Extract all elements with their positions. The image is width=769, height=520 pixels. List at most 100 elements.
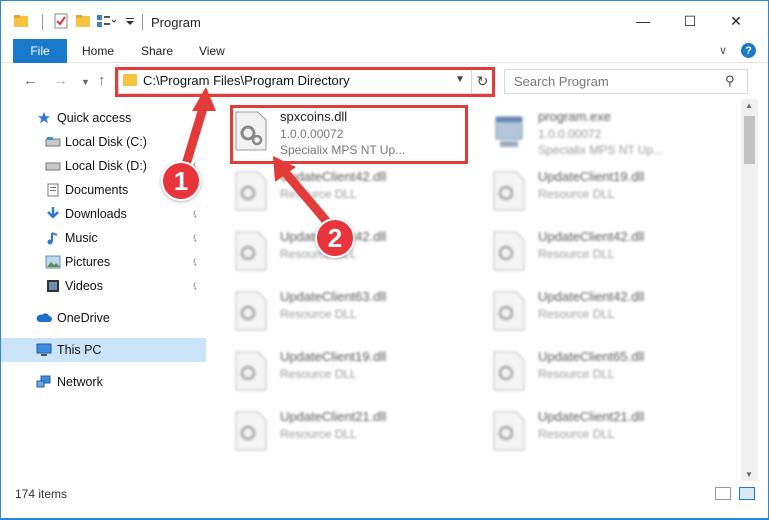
pin-icon[interactable]: ⚸ xyxy=(192,137,199,148)
tiles-view-icon[interactable] xyxy=(739,487,755,500)
title-bar: Program — ☐ ✕ xyxy=(1,1,768,39)
computer-icon xyxy=(36,343,52,356)
properties-icon[interactable] xyxy=(53,11,69,31)
folder-icon[interactable] xyxy=(13,11,29,31)
sidebar-item-local-disk-c[interactable]: Local Disk (C:) ⚸ xyxy=(1,130,206,154)
forward-arrow-icon[interactable]: → xyxy=(53,72,68,89)
file-name: UpdateClient42.dll xyxy=(538,289,645,304)
divider xyxy=(42,14,43,30)
file-item[interactable]: UpdateClient19.dll Resource DLL xyxy=(474,161,714,219)
drive-icon xyxy=(45,137,61,147)
star-icon xyxy=(37,111,51,124)
sidebar-item-label: Network xyxy=(57,375,103,389)
sidebar-item-label: Quick access xyxy=(57,111,132,125)
file-type: Resource DLL xyxy=(280,367,357,381)
sidebar-item-downloads[interactable]: Downloads ⚸ xyxy=(1,202,206,226)
sidebar-item-label: Documents xyxy=(65,183,129,197)
divider xyxy=(142,14,143,30)
documents-icon xyxy=(47,183,59,197)
file-type: Resource DLL xyxy=(280,187,357,201)
dll-file-icon xyxy=(235,351,267,391)
ribbon-tabs: File Home Share View ∨ ? xyxy=(1,39,768,63)
item-count: 174 items xyxy=(15,487,68,501)
dll-file-icon xyxy=(235,291,267,331)
details-view-icon[interactable] xyxy=(715,487,731,500)
scroll-up-icon[interactable]: ▲ xyxy=(745,101,753,110)
dll-file-icon xyxy=(493,291,525,331)
sidebar-item-label: Pictures xyxy=(65,255,111,269)
pin-icon[interactable]: ⚸ xyxy=(192,233,199,244)
file-name: UpdateClient19.dll xyxy=(280,349,387,364)
file-item-program-exe[interactable]: program.exe 1.0.0.00072 Specialix MPS NT… xyxy=(474,101,714,159)
back-arrow-icon[interactable]: ← xyxy=(23,72,38,89)
recent-locations-icon[interactable]: ▼ xyxy=(81,77,90,87)
view-options-icon[interactable] xyxy=(96,11,116,31)
exe-file-icon xyxy=(495,116,523,147)
scrollbar-thumb[interactable] xyxy=(744,116,755,164)
scroll-down-icon[interactable]: ▼ xyxy=(745,470,753,479)
sidebar-item-music[interactable]: Music ⚸ xyxy=(1,226,206,250)
dll-file-icon xyxy=(235,111,267,151)
expand-ribbon-icon[interactable]: ∨ xyxy=(719,44,727,57)
file-item[interactable]: UpdateClient65.dll Resource DLL xyxy=(474,341,714,399)
minimize-icon: — xyxy=(636,13,650,29)
pin-icon[interactable]: ⚸ xyxy=(192,209,199,220)
file-item-spxcoins[interactable]: spxcoins.dll 1.0.0.00072 Specialix MPS N… xyxy=(216,101,456,159)
maximize-button[interactable]: ☐ xyxy=(675,9,705,33)
file-explorer-window: Program — ☐ ✕ File Home Share View ∨ ? ←… xyxy=(0,0,769,519)
sidebar-item-this-pc[interactable]: This PC xyxy=(1,338,206,362)
file-type: Resource DLL xyxy=(538,427,615,441)
file-name: UpdateClient21.dll xyxy=(538,409,645,424)
customize-toolbar-icon[interactable] xyxy=(125,11,135,31)
sidebar-item-label: Local Disk (D:) xyxy=(65,159,147,173)
new-folder-icon[interactable] xyxy=(75,11,91,31)
minimize-button[interactable]: — xyxy=(628,9,658,33)
up-arrow-icon[interactable]: ↑ xyxy=(98,72,106,89)
tab-home[interactable]: Home xyxy=(82,44,114,58)
file-item[interactable]: UpdateClient42.dll Resource DLL xyxy=(474,221,714,279)
file-item[interactable]: UpdateClient63.dll Resource DLL xyxy=(216,281,456,339)
dll-file-icon xyxy=(235,231,267,271)
file-item[interactable]: UpdateClient21.dll Resource DLL xyxy=(216,401,456,459)
help-icon[interactable]: ? xyxy=(741,43,756,58)
sidebar-item-label: Downloads xyxy=(65,207,127,221)
file-item[interactable]: UpdateClient42.dll Resource DLL xyxy=(474,281,714,339)
dll-file-icon xyxy=(493,411,525,451)
file-description: Specialix MPS NT Up... xyxy=(280,143,406,157)
refresh-icon[interactable]: ↻ xyxy=(471,69,493,94)
chevron-down-icon[interactable]: ▼ xyxy=(455,74,465,85)
file-version: 1.0.0.00072 xyxy=(538,127,602,141)
sidebar-item-videos[interactable]: Videos ⚸ xyxy=(1,274,206,298)
sidebar-item-quick-access[interactable]: Quick access xyxy=(1,106,206,130)
pin-icon[interactable]: ⚸ xyxy=(192,257,199,268)
file-name: program.exe xyxy=(538,109,611,124)
search-placeholder: Search Program xyxy=(514,74,609,89)
network-icon xyxy=(36,375,51,388)
pin-icon[interactable]: ⚸ xyxy=(192,281,199,292)
file-type: Resource DLL xyxy=(280,427,357,441)
close-icon: ✕ xyxy=(730,12,742,29)
file-name: UpdateClient63.dll xyxy=(280,289,387,304)
tab-share[interactable]: Share xyxy=(141,44,173,58)
address-path[interactable]: C:\Program Files\Program Directory xyxy=(143,73,350,88)
file-item[interactable]: UpdateClient19.dll Resource DLL xyxy=(216,341,456,399)
close-button[interactable]: ✕ xyxy=(721,9,751,33)
sidebar-item-label: OneDrive xyxy=(57,311,110,325)
sidebar-item-label: Videos xyxy=(65,279,103,293)
step-badge-2: 2 xyxy=(315,218,355,258)
file-item[interactable]: UpdateClient21.dll Resource DLL xyxy=(474,401,714,459)
step-badge-1: 1 xyxy=(161,161,201,201)
sidebar-item-label: Local Disk (C:) xyxy=(65,135,147,149)
tab-view[interactable]: View xyxy=(199,44,225,58)
search-icon[interactable]: ⚲ xyxy=(725,73,735,89)
address-row: ← → ▼ ↑ C:\Program Files\Program Directo… xyxy=(1,64,768,99)
sidebar-item-onedrive[interactable]: OneDrive xyxy=(1,306,206,330)
sidebar-item-network[interactable]: Network xyxy=(1,370,206,394)
file-name: UpdateClient42.dll xyxy=(280,169,387,184)
tab-file[interactable]: File xyxy=(13,39,67,63)
file-description: Specialix MPS NT Up... xyxy=(538,143,664,157)
sidebar-item-pictures[interactable]: Pictures ⚸ xyxy=(1,250,206,274)
dll-file-icon xyxy=(493,171,525,211)
file-item[interactable]: UpdateClient42.dll Resource DLL xyxy=(216,161,456,219)
cloud-icon xyxy=(36,313,52,322)
